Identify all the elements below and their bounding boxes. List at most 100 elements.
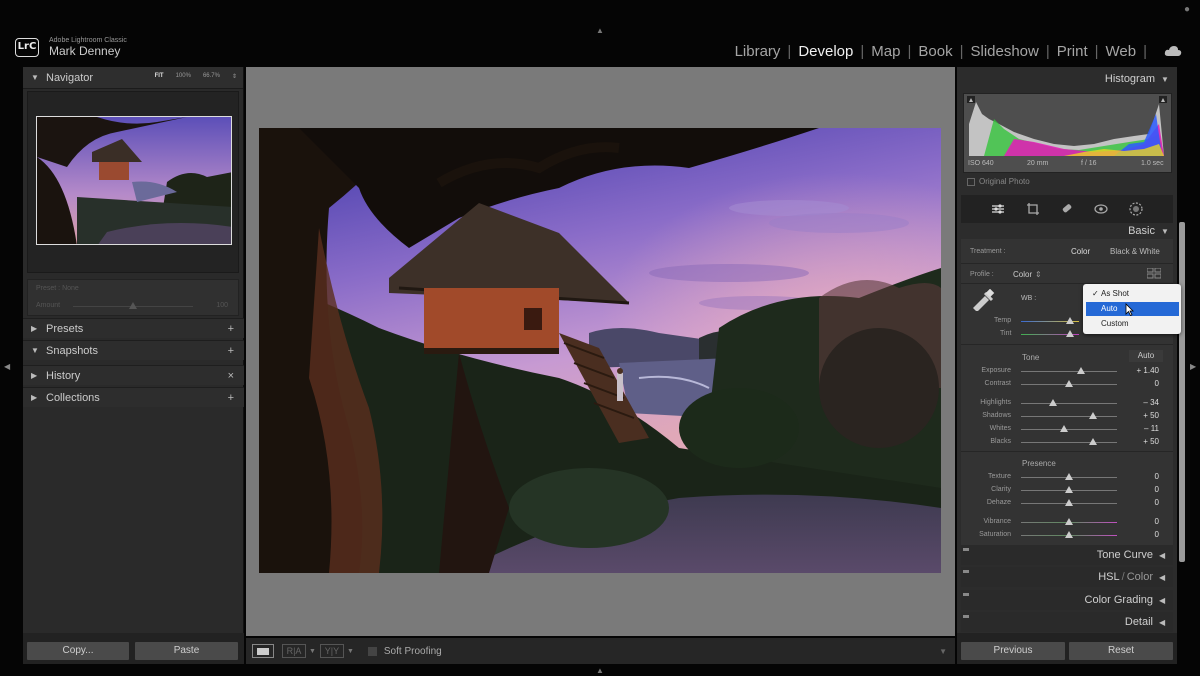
original-photo-checkbox[interactable]: [967, 177, 975, 186]
tint-slider-thumb[interactable]: [1066, 330, 1074, 337]
wb-option-as-shot[interactable]: ✓ As Shot: [1086, 287, 1179, 301]
crop-icon[interactable]: [1026, 202, 1040, 216]
slider-thumb[interactable]: [1089, 412, 1097, 419]
before-after-lr-button[interactable]: R|A: [282, 644, 306, 658]
tone-auto-button[interactable]: Auto: [1129, 350, 1163, 362]
collapse-right-arrow-icon[interactable]: ▶: [1190, 362, 1196, 371]
module-print[interactable]: Print: [1057, 43, 1088, 60]
original-photo-toggle[interactable]: Original Photo: [967, 177, 1030, 186]
color-label[interactable]: Color: [1127, 571, 1153, 583]
slider-value[interactable]: 0: [1119, 379, 1159, 388]
navigator-preview[interactable]: [27, 91, 239, 273]
slider-thumb[interactable]: [1065, 486, 1073, 493]
add-preset-icon[interactable]: +: [228, 323, 234, 335]
slider-value[interactable]: + 50: [1119, 411, 1159, 420]
before-after-tb-button[interactable]: Y|Y: [319, 644, 344, 658]
healing-bandage-icon[interactable]: [1060, 202, 1074, 216]
chevron-down-icon[interactable]: ▼: [309, 648, 316, 655]
slider-value[interactable]: + 1.40: [1119, 366, 1159, 375]
slider-track[interactable]: [1021, 403, 1117, 404]
navigator-header[interactable]: ▼ Navigator FIT 100% 66.7% ⇕: [23, 67, 243, 89]
module-develop[interactable]: Develop: [798, 43, 853, 60]
red-eye-icon[interactable]: [1094, 203, 1108, 215]
chevron-down-icon[interactable]: ▼: [347, 648, 354, 655]
slider-thumb[interactable]: [1065, 531, 1073, 538]
snapshots-panel-header[interactable]: ▼ Snapshots +: [23, 340, 244, 360]
slider-thumb[interactable]: [1065, 473, 1073, 480]
zoom-fit[interactable]: FIT: [155, 73, 164, 80]
slider-thumb[interactable]: [1060, 425, 1069, 432]
collections-panel-header[interactable]: ▶ Collections +: [23, 387, 244, 407]
histogram-header[interactable]: Histogram ▼: [957, 69, 1177, 89]
edit-sliders-icon[interactable]: [991, 203, 1005, 215]
add-collection-icon[interactable]: +: [228, 392, 234, 404]
slider-thumb[interactable]: [1065, 380, 1073, 387]
slider-value[interactable]: 0: [1119, 472, 1159, 481]
treatment-color[interactable]: Color: [1071, 247, 1090, 256]
color-grading-header[interactable]: Color Grading ◀: [961, 590, 1173, 610]
slider-value[interactable]: 0: [1119, 517, 1159, 526]
collapse-left-arrow-icon[interactable]: ◀: [4, 362, 10, 371]
profile-stepper-icon[interactable]: ⇕: [1035, 270, 1042, 279]
hsl-label[interactable]: HSL: [1098, 571, 1119, 583]
panel-toggle-icon[interactable]: [963, 548, 969, 551]
wb-eyedropper-icon[interactable]: [970, 289, 996, 311]
amount-slider-thumb[interactable]: [129, 302, 137, 309]
module-web[interactable]: Web: [1106, 43, 1137, 60]
slider-thumb[interactable]: [1089, 438, 1097, 445]
wb-option-custom[interactable]: Custom: [1086, 317, 1179, 331]
slider-thumb[interactable]: [1065, 518, 1073, 525]
right-panel-scrollbar[interactable]: [1179, 222, 1185, 562]
add-snapshot-icon[interactable]: +: [228, 345, 234, 357]
basic-header[interactable]: Basic ▼: [957, 221, 1177, 241]
tone-curve-header[interactable]: Tone Curve ◀: [961, 545, 1173, 565]
collapse-top-arrow-icon[interactable]: ▲: [596, 26, 604, 35]
slider-track[interactable]: [1021, 371, 1117, 372]
previous-button[interactable]: Previous: [961, 642, 1065, 660]
copy-button[interactable]: Copy...: [27, 642, 129, 660]
slider-value[interactable]: 0: [1119, 498, 1159, 507]
slider-thumb[interactable]: [1065, 499, 1073, 506]
zoom-100[interactable]: 100%: [176, 73, 191, 80]
zoom-caret-icon[interactable]: ⇕: [232, 73, 237, 80]
slider-value[interactable]: – 34: [1119, 398, 1159, 407]
profile-value[interactable]: Color: [1013, 270, 1032, 279]
history-panel-header[interactable]: ▶ History ×: [23, 365, 244, 385]
module-library[interactable]: Library: [735, 43, 781, 60]
treatment-bw[interactable]: Black & White: [1110, 247, 1160, 256]
clear-history-icon[interactable]: ×: [228, 370, 234, 382]
masking-icon[interactable]: [1129, 202, 1143, 216]
slider-thumb[interactable]: [1077, 367, 1086, 374]
temp-slider-thumb[interactable]: [1066, 317, 1074, 324]
panel-toggle-icon[interactable]: [963, 593, 969, 596]
detail-header[interactable]: Detail ◀: [961, 612, 1173, 632]
toolbar-menu-chevron-icon[interactable]: ▼: [939, 647, 947, 656]
module-slideshow[interactable]: Slideshow: [970, 43, 1038, 60]
slider-value[interactable]: 0: [1119, 530, 1159, 539]
slider-track[interactable]: [1021, 416, 1117, 417]
main-photo[interactable]: [259, 128, 941, 573]
slider-value[interactable]: + 50: [1119, 437, 1159, 446]
zoom-custom[interactable]: 66.7%: [203, 73, 220, 80]
slider-track[interactable]: [1021, 442, 1117, 443]
hsl-color-header[interactable]: HSL / Color ◀: [961, 567, 1173, 587]
cloud-sync-icon[interactable]: [1164, 45, 1182, 57]
soft-proofing-checkbox[interactable]: [367, 646, 377, 656]
wb-option-auto[interactable]: Auto: [1086, 302, 1179, 316]
presets-panel-header[interactable]: ▶ Presets +: [23, 318, 244, 338]
slider-thumb[interactable]: [1048, 399, 1057, 406]
profile-browser-icon[interactable]: [1146, 266, 1162, 279]
slider-value[interactable]: – 11: [1119, 424, 1159, 433]
slider-value[interactable]: 0: [1119, 485, 1159, 494]
module-book[interactable]: Book: [918, 43, 952, 60]
reset-button[interactable]: Reset: [1069, 642, 1173, 660]
collapse-bottom-arrow-icon[interactable]: ▲: [596, 666, 604, 675]
panel-toggle-icon[interactable]: [963, 570, 969, 573]
navigator-thumbnail[interactable]: [36, 116, 232, 245]
slider-track[interactable]: [1021, 429, 1117, 430]
loupe-view-button[interactable]: [252, 644, 274, 658]
paste-button[interactable]: Paste: [135, 642, 238, 660]
module-map[interactable]: Map: [871, 43, 900, 60]
panel-toggle-icon[interactable]: [963, 615, 969, 618]
image-canvas[interactable]: [246, 67, 955, 636]
